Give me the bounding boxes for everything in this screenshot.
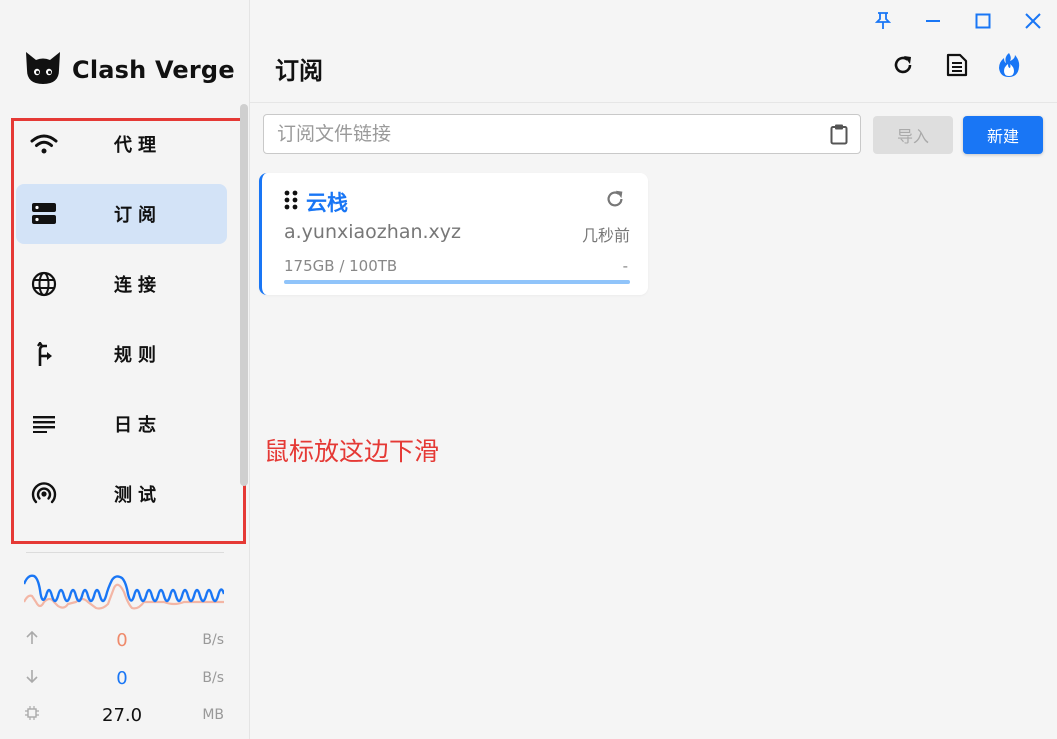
download-value: 0 (116, 667, 128, 689)
sidebar-item-connections[interactable]: 连接 (16, 254, 227, 314)
app-window: Clash Verge 代理 订阅 连接 规则 日志 测试 0 B/s 0 B/… (0, 0, 1057, 739)
fork-arrow-icon (30, 342, 58, 366)
header-divider (250, 102, 1057, 103)
wifi-icon (30, 132, 58, 156)
maximize-icon (975, 13, 991, 33)
sidebar-item-rules[interactable]: 规则 (16, 324, 227, 384)
sidebar-item-label: 订阅 (114, 205, 162, 226)
sidebar-item-subscription[interactable]: 订阅 (16, 184, 227, 244)
reactivate-profile-button[interactable] (994, 52, 1024, 82)
pin-button[interactable] (868, 8, 898, 38)
cat-logo-icon (24, 50, 62, 90)
profile-expire: - (622, 257, 628, 275)
annotation-hint-text: 鼠标放这边下滑 (264, 437, 440, 466)
usage-progress-fill (284, 280, 630, 284)
profile-refresh-button[interactable] (604, 188, 626, 214)
sidebar-item-label: 测试 (114, 485, 162, 506)
page-title: 订阅 (275, 57, 323, 85)
lines-icon (30, 412, 58, 436)
sidebar-item-proxy[interactable]: 代理 (16, 114, 227, 174)
new-profile-button[interactable]: 新建 (963, 116, 1043, 154)
app-name: Clash Verge (72, 56, 235, 84)
document-icon (946, 53, 968, 81)
server-icon (30, 202, 58, 226)
upload-value: 0 (116, 629, 128, 651)
sidebar-nav: 代理 订阅 连接 规则 日志 测试 (16, 114, 227, 534)
profile-usage: 175GB / 100TB (284, 257, 398, 275)
import-button[interactable]: 导入 (873, 116, 953, 154)
memory-unit: MB (202, 707, 224, 723)
view-config-button[interactable] (942, 52, 972, 82)
drag-handle-icon[interactable] (284, 190, 298, 214)
sidebar-divider (26, 552, 224, 553)
upload-stat: 0 B/s (24, 628, 224, 652)
chip-icon (24, 705, 48, 725)
usage-progress-bar (284, 280, 630, 284)
app-logo: Clash Verge (24, 50, 235, 90)
profile-card[interactable]: 云栈 a.yunxiaozhan.xyz 几秒前 175GB / 100TB - (259, 173, 648, 295)
arrow-down-icon (24, 668, 48, 688)
upload-unit: B/s (202, 632, 224, 648)
refresh-icon (891, 53, 915, 81)
sidebar-item-logs[interactable]: 日志 (16, 394, 227, 454)
globe-icon (30, 271, 58, 297)
memory-value: 27.0 (102, 704, 143, 726)
memory-stat: 27.0 MB (24, 703, 224, 727)
close-icon (1025, 13, 1041, 33)
download-stat: 0 B/s (24, 666, 224, 690)
subscription-url-input[interactable] (275, 122, 819, 146)
sidebar-item-label: 代理 (114, 135, 162, 156)
minimize-icon (925, 13, 941, 33)
subscription-url-field[interactable] (263, 114, 861, 154)
sidebar-item-label: 连接 (114, 275, 162, 296)
radar-icon (30, 482, 58, 506)
sidebar-scrollbar[interactable] (240, 104, 248, 486)
close-button[interactable] (1018, 8, 1048, 38)
traffic-graph (24, 574, 224, 610)
refresh-icon (607, 190, 623, 207)
download-unit: B/s (202, 670, 224, 686)
profile-host: a.yunxiaozhan.xyz (284, 221, 462, 243)
profile-name: 云栈 (306, 191, 348, 215)
pin-icon (874, 12, 892, 34)
profile-updated-time: 几秒前 (581, 226, 630, 245)
maximize-button[interactable] (968, 8, 998, 38)
clipboard-icon (830, 124, 848, 145)
paste-clipboard-button[interactable] (830, 124, 848, 149)
sidebar: Clash Verge 代理 订阅 连接 规则 日志 测试 0 B/s 0 B/… (0, 0, 250, 739)
sidebar-item-label: 日志 (114, 415, 162, 436)
flame-icon (998, 52, 1020, 82)
sidebar-item-label: 规则 (114, 345, 162, 366)
refresh-all-button[interactable] (888, 52, 918, 82)
sidebar-item-test[interactable]: 测试 (16, 464, 227, 524)
arrow-up-icon (24, 630, 48, 650)
minimize-button[interactable] (918, 8, 948, 38)
